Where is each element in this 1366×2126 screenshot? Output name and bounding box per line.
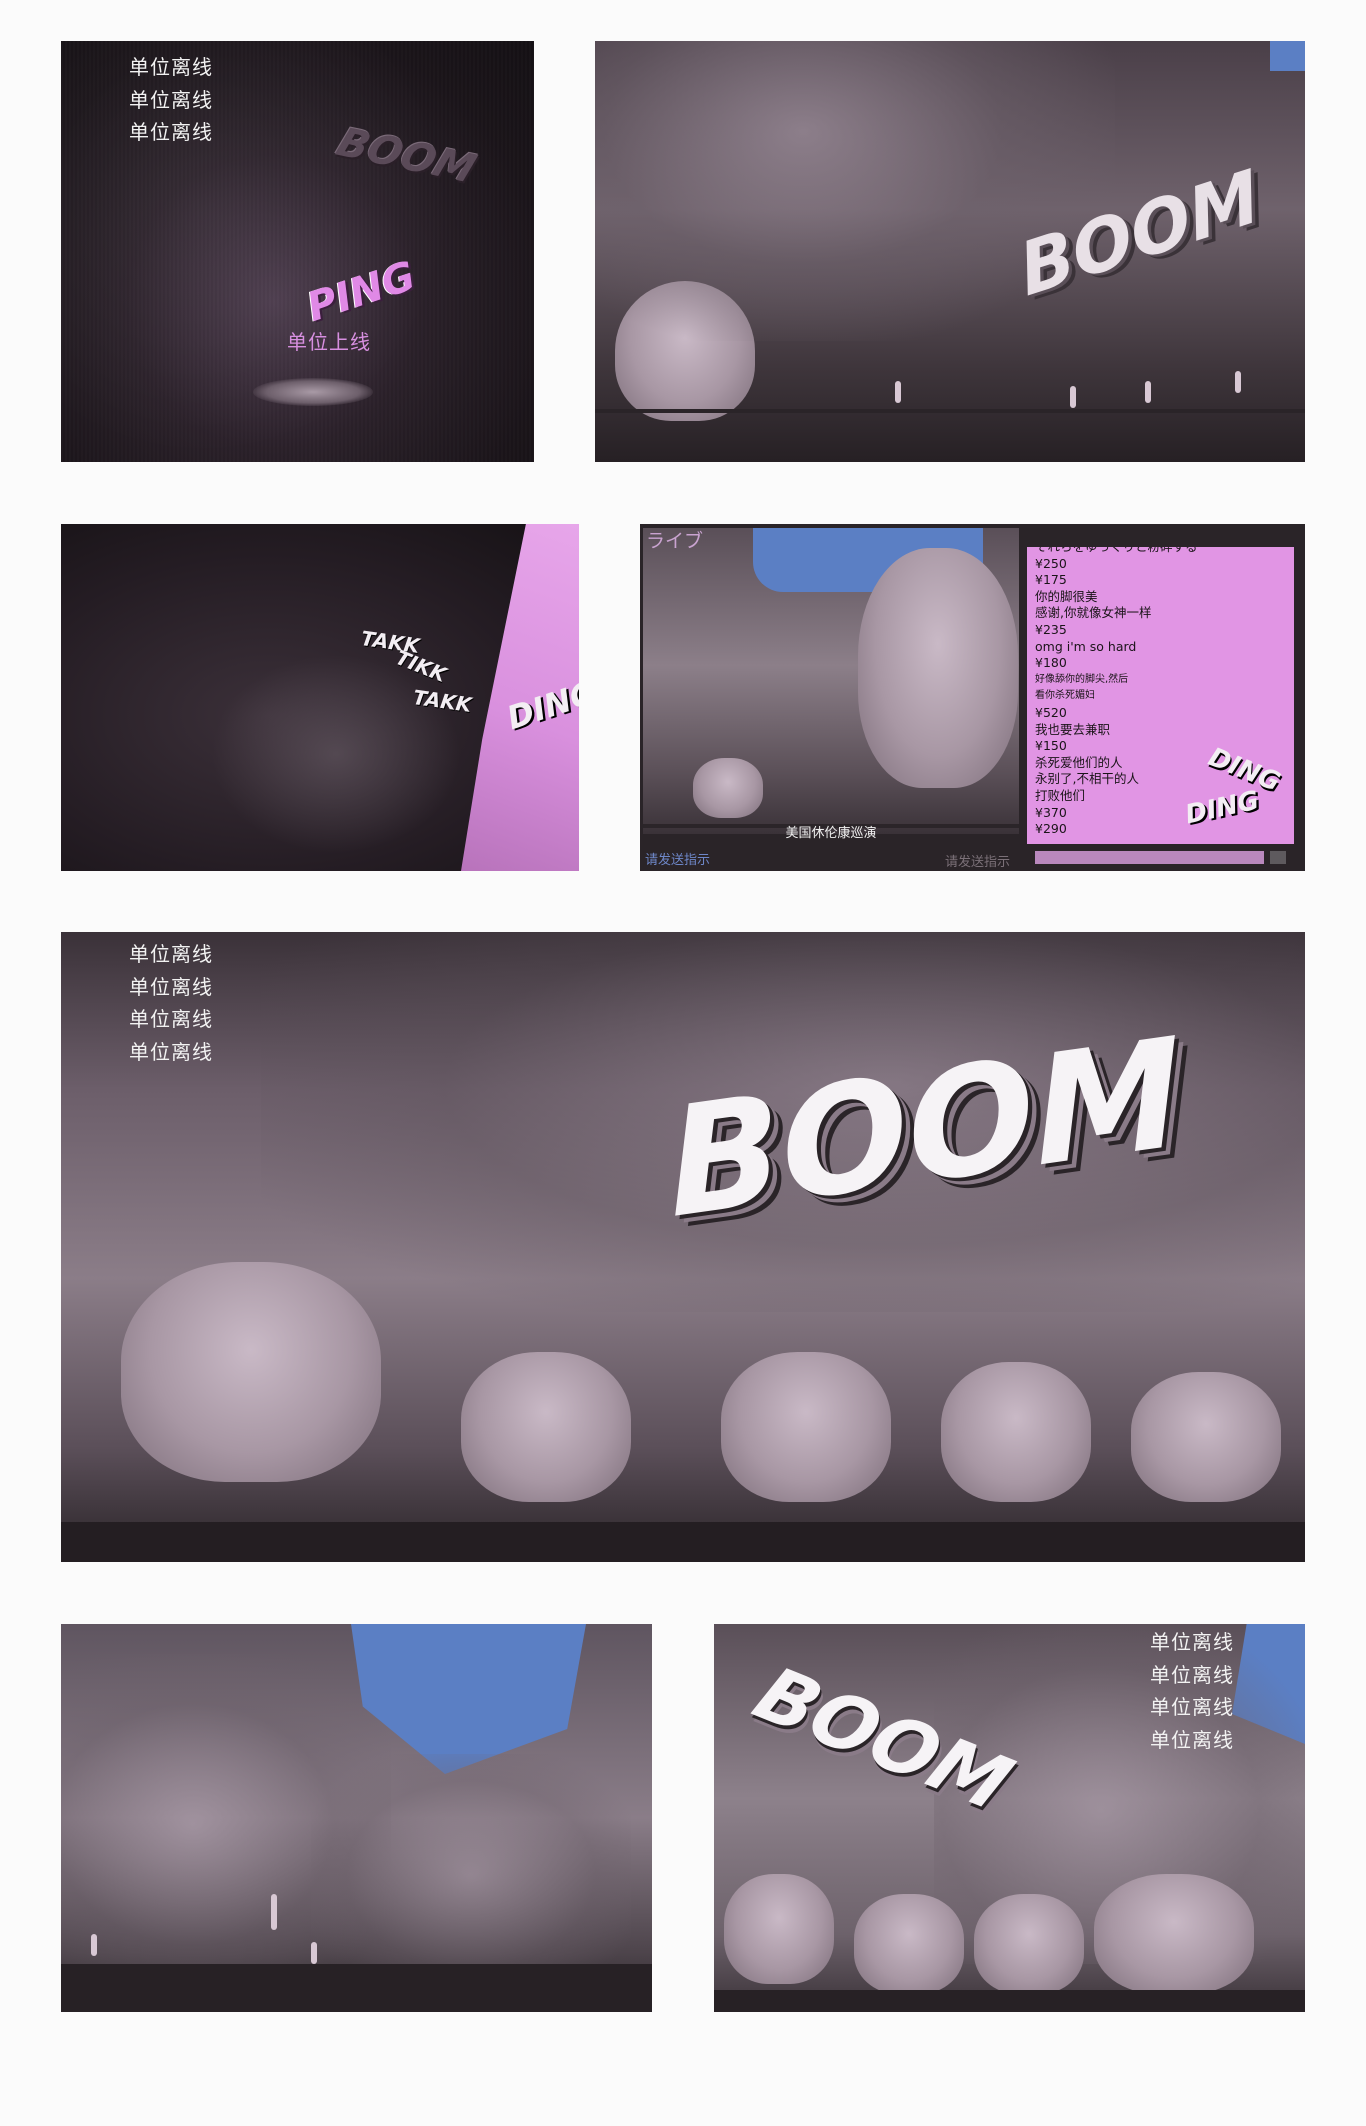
panel-3: TAKK TIKK TAKK DING xyxy=(61,524,579,871)
send-instruction-hint[interactable]: 请发送指示 xyxy=(945,851,1010,870)
toe xyxy=(461,1352,631,1502)
offline-status-list: 单位离线 单位离线 单位离线 xyxy=(129,51,213,149)
chat-line: ¥235 xyxy=(1035,621,1067,637)
big-toe xyxy=(1094,1874,1254,1994)
offline-status-line: 单位离线 xyxy=(1150,1727,1234,1752)
offline-status-line: 单位离线 xyxy=(129,1007,213,1031)
chat-line: 感谢,你就像女神一样 xyxy=(1035,605,1152,621)
panel-4-livestream: ライブ 美国休伦康巡演 请发送指示 请发送指示 それらをゆっくりと粉砕する ¥2… xyxy=(640,524,1305,871)
panel-2: BOOM xyxy=(595,41,1305,462)
panel-6 xyxy=(61,1624,652,2012)
toe xyxy=(1131,1372,1281,1502)
floor xyxy=(61,1964,652,2012)
tiny-figure xyxy=(1070,386,1076,408)
tiny-figure xyxy=(91,1934,97,1956)
video-caption: 美国休伦康巡演 xyxy=(785,826,877,841)
offline-status-line: 单位离线 xyxy=(129,87,213,112)
toe xyxy=(941,1362,1091,1502)
offline-status-line: 单位离线 xyxy=(1150,1662,1234,1687)
sfx-ping: PING xyxy=(301,253,421,331)
toe xyxy=(974,1894,1084,1994)
online-status: 单位上线 xyxy=(287,330,371,354)
chat-line: それらをゆっくりと粉砕する xyxy=(1035,547,1285,556)
chat-line: 看你杀死媚妇 xyxy=(1035,690,1095,702)
chat-panel: それらをゆっくりと粉砕する ¥250 ¥175 你的脚很美 感谢,你就像女神一样… xyxy=(1027,547,1294,844)
chat-line: 我也要去兼职 xyxy=(1035,721,1111,737)
chat-line: ¥290 xyxy=(1035,821,1067,837)
send-instruction-hint[interactable]: 请发送指示 xyxy=(645,849,710,868)
chat-line: ¥520 xyxy=(1035,704,1067,720)
chat-line: 好像舔你的脚尖,然后 xyxy=(1035,673,1129,685)
reclining-figure xyxy=(253,378,373,406)
chat-line: omg i'm so hard xyxy=(1035,638,1137,654)
offline-status-line: 单位离线 xyxy=(129,974,213,999)
panel-1: 单位离线 单位离线 单位离线 BOOM PING 单位上线 xyxy=(61,41,534,462)
chat-line: ¥175 xyxy=(1035,572,1067,588)
offline-status-line: 单位离线 xyxy=(1150,1695,1234,1719)
offline-status-line: 单位离线 xyxy=(1150,1630,1234,1654)
tiny-figure xyxy=(1235,371,1241,393)
tiny-figure xyxy=(271,1894,277,1930)
big-toe xyxy=(121,1262,381,1482)
chat-line: ¥180 xyxy=(1035,655,1067,671)
panel-5: 单位离线 单位离线 单位离线 单位离线 BOOM xyxy=(61,932,1305,1562)
tiny-figure xyxy=(895,381,901,403)
floor xyxy=(61,1522,1305,1562)
chat-line: ¥250 xyxy=(1035,555,1067,571)
offline-status-line: 单位离线 xyxy=(129,55,213,79)
chat-line: 你的脚很美 xyxy=(1035,588,1098,604)
offline-status-line: 单位离线 xyxy=(129,942,213,966)
offline-status-line: 单位离线 xyxy=(129,120,213,144)
panel-7: 单位离线 单位离线 单位离线 单位离线 BOOM xyxy=(714,1624,1305,2012)
toe xyxy=(854,1894,964,1994)
send-button[interactable] xyxy=(1270,851,1286,864)
chat-line: ¥150 xyxy=(1035,738,1067,754)
foot-right xyxy=(311,1754,631,1974)
offline-status-line: 单位离线 xyxy=(129,1039,213,1064)
floor-line xyxy=(595,409,1305,413)
hands-on-keyboard xyxy=(211,654,461,854)
sleeve-corner xyxy=(1270,41,1305,71)
video-feed xyxy=(643,528,1019,834)
offline-status-list: 单位离线 单位离线 单位离线 单位离线 xyxy=(1150,1626,1234,1756)
sfx-boom: BOOM xyxy=(330,119,482,193)
offline-status-list: 单位离线 单位离线 单位离线 单位离线 xyxy=(129,938,213,1068)
tiny-figure xyxy=(1145,381,1151,403)
foot-sole xyxy=(858,548,1018,788)
toe xyxy=(724,1874,834,1984)
live-label: ライブ xyxy=(646,530,704,552)
chat-input[interactable] xyxy=(1035,851,1264,864)
floor xyxy=(714,1990,1305,2012)
toe xyxy=(721,1352,891,1502)
toe xyxy=(693,758,763,818)
tiny-figure xyxy=(311,1942,317,1964)
